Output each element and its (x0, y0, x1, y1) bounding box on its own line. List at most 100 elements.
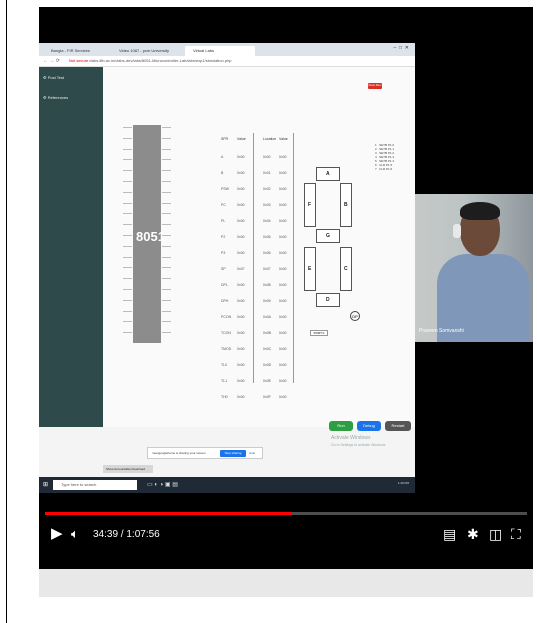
sfr-cell: 0x00 (279, 379, 287, 383)
chip-pin-right (162, 159, 171, 161)
chip-pin-right (162, 148, 171, 150)
sfr-cell: 0x05 (263, 235, 271, 239)
chip-pin-right (162, 235, 171, 236)
insecure-warning: Not secure (69, 58, 89, 63)
sfr-cell: P3 (221, 251, 226, 255)
sfr-cell: 0x00 (279, 235, 287, 239)
hide-button: Hide (249, 451, 256, 455)
divider (293, 133, 294, 383)
sfr-cell: 0x00 (279, 203, 287, 207)
sfr-cell: 0x00 (279, 315, 287, 319)
chip-pin-right (162, 191, 171, 193)
windows-start-icon: ⊞ (43, 482, 49, 488)
browser-tab: Bangla - FIR Services (51, 48, 90, 53)
sfr-cell: DPH (221, 299, 229, 303)
gear-icon: ⚙ (43, 75, 47, 80)
chip-pin-right (162, 299, 171, 301)
sfr-cell: 0x00 (237, 203, 245, 207)
miniplayer-icon[interactable]: ◫ (489, 524, 502, 544)
segment-label: G (326, 233, 330, 239)
nav-arrows-icon: ← → ⟳ (43, 58, 60, 64)
sfr-cell: 0x00 (237, 283, 245, 287)
sfr-cell: 0x00 (279, 155, 287, 159)
sfr-cell: 0x00 (237, 155, 245, 159)
chip-pin-left (123, 235, 132, 236)
chip-pin-left (123, 321, 132, 323)
sfr-header: Location (263, 137, 277, 141)
sfr-cell: 0x06 (263, 251, 271, 255)
debug-button: Debug (357, 421, 381, 431)
headset-icon (453, 224, 461, 238)
sfr-cell: 0x0F (263, 395, 271, 399)
video-frame[interactable]: Bangla - FIR Services Video 1087 - pcm U… (39, 43, 415, 493)
gear-icon: ⚙ (43, 95, 47, 100)
reset-memory-button: Reset Mem (368, 83, 382, 89)
run-button: Run (329, 421, 353, 431)
stop-sharing-button: Stop sharing (220, 450, 246, 457)
fullscreen-icon[interactable]: ⛶ (511, 524, 521, 544)
sfr-cell: 0x07 (263, 267, 271, 271)
video-player[interactable]: Bangla - FIR Services Video 1087 - pcm U… (39, 7, 533, 569)
chip-pin-right (162, 278, 171, 280)
screen-share-banner: meetgooglehome is sharing your screen. S… (147, 447, 263, 459)
chip-pin-left (123, 224, 132, 226)
presenter-name: Praveen Somvanshi (419, 328, 464, 334)
sfr-cell: 0x00 (279, 299, 287, 303)
taskbar-clock: 1:40 PM (397, 481, 409, 485)
sfr-cell: TL1 (221, 379, 228, 383)
sfr-cell: PC (221, 203, 226, 207)
chip-pin-right (162, 137, 171, 139)
chip-pin-right (162, 127, 171, 128)
chip-pin-left (123, 289, 132, 290)
current-time: 34:39 (93, 529, 119, 540)
sfr-cell: 0x00 (237, 219, 245, 223)
taskbar-search: Type here to search (53, 480, 137, 490)
watermark-title: Activate Windows (331, 435, 371, 441)
sfr-cell: 0x00 (237, 235, 245, 239)
chip-label: 8051 (136, 229, 165, 244)
chip-pin-right (162, 267, 171, 269)
chip-pin-right (162, 256, 171, 258)
subtitles-icon[interactable]: ▤ (443, 524, 456, 544)
sfr-header: Value (279, 137, 288, 141)
activate-windows-watermark: Activate Windows Go to Settings to activ… (331, 435, 386, 449)
segment-label: B (344, 202, 348, 208)
chip-pin-left (123, 148, 132, 150)
sfr-cell: DPL (221, 283, 228, 287)
sfr-cell: 0x00 (279, 251, 287, 255)
duration: 1:07:56 (126, 529, 160, 540)
sfr-cell: 0x00 (237, 171, 245, 175)
chip-pin-left (123, 159, 132, 161)
sidebar-item-references: ⚙ References (43, 95, 68, 100)
sfr-cell: 0x00 (237, 315, 245, 319)
browser-tab-active: Virtual Labs (185, 46, 255, 56)
play-icon[interactable]: ▶ (51, 524, 63, 544)
sfr-cell: 0x09 (263, 299, 271, 303)
sfr-cell: 0x00 (237, 251, 245, 255)
sfr-cell: PCON (221, 315, 232, 319)
sfr-cell: 0x00 (263, 155, 271, 159)
sfr-cell: 0x0C (263, 347, 272, 351)
progress-bar[interactable] (45, 512, 527, 515)
address-bar: ← → ⟳ Not secure vlabs.iitb.ac.in/vlabs-… (39, 56, 415, 67)
volume-icon[interactable]: 🔈︎ (71, 524, 79, 544)
sfr-cell: 0x00 (279, 171, 287, 175)
browser-tab: Video 1087 - pcm University (119, 48, 169, 53)
sfr-cell: TCON (221, 331, 231, 335)
chip-pin-right (162, 332, 171, 334)
chip-pin-left (123, 332, 132, 334)
chip-pin-right (162, 202, 171, 204)
chip-pin-left (123, 127, 132, 128)
sfr-cell: 0x00 (279, 187, 287, 191)
chip-pin-left (123, 202, 132, 204)
chip-pin-left (123, 299, 132, 301)
divider (253, 133, 254, 383)
windows-taskbar: ⊞ Type here to search ▭ ◐ ◑ ▣ ▤ 1:40 PM (39, 477, 415, 493)
sfr-cell: PSW (221, 187, 229, 191)
chip-pin-left (123, 181, 132, 182)
watermark-subtitle: Go to Settings to activate Windows. (331, 443, 387, 447)
sfr-cell: 0x00 (237, 379, 245, 383)
browser-tab-bar: Bangla - FIR Services Video 1087 - pcm U… (39, 43, 415, 56)
sidebar: ⚙ Post Test ⚙ References (39, 67, 103, 427)
settings-icon[interactable]: ✱ (467, 524, 479, 544)
